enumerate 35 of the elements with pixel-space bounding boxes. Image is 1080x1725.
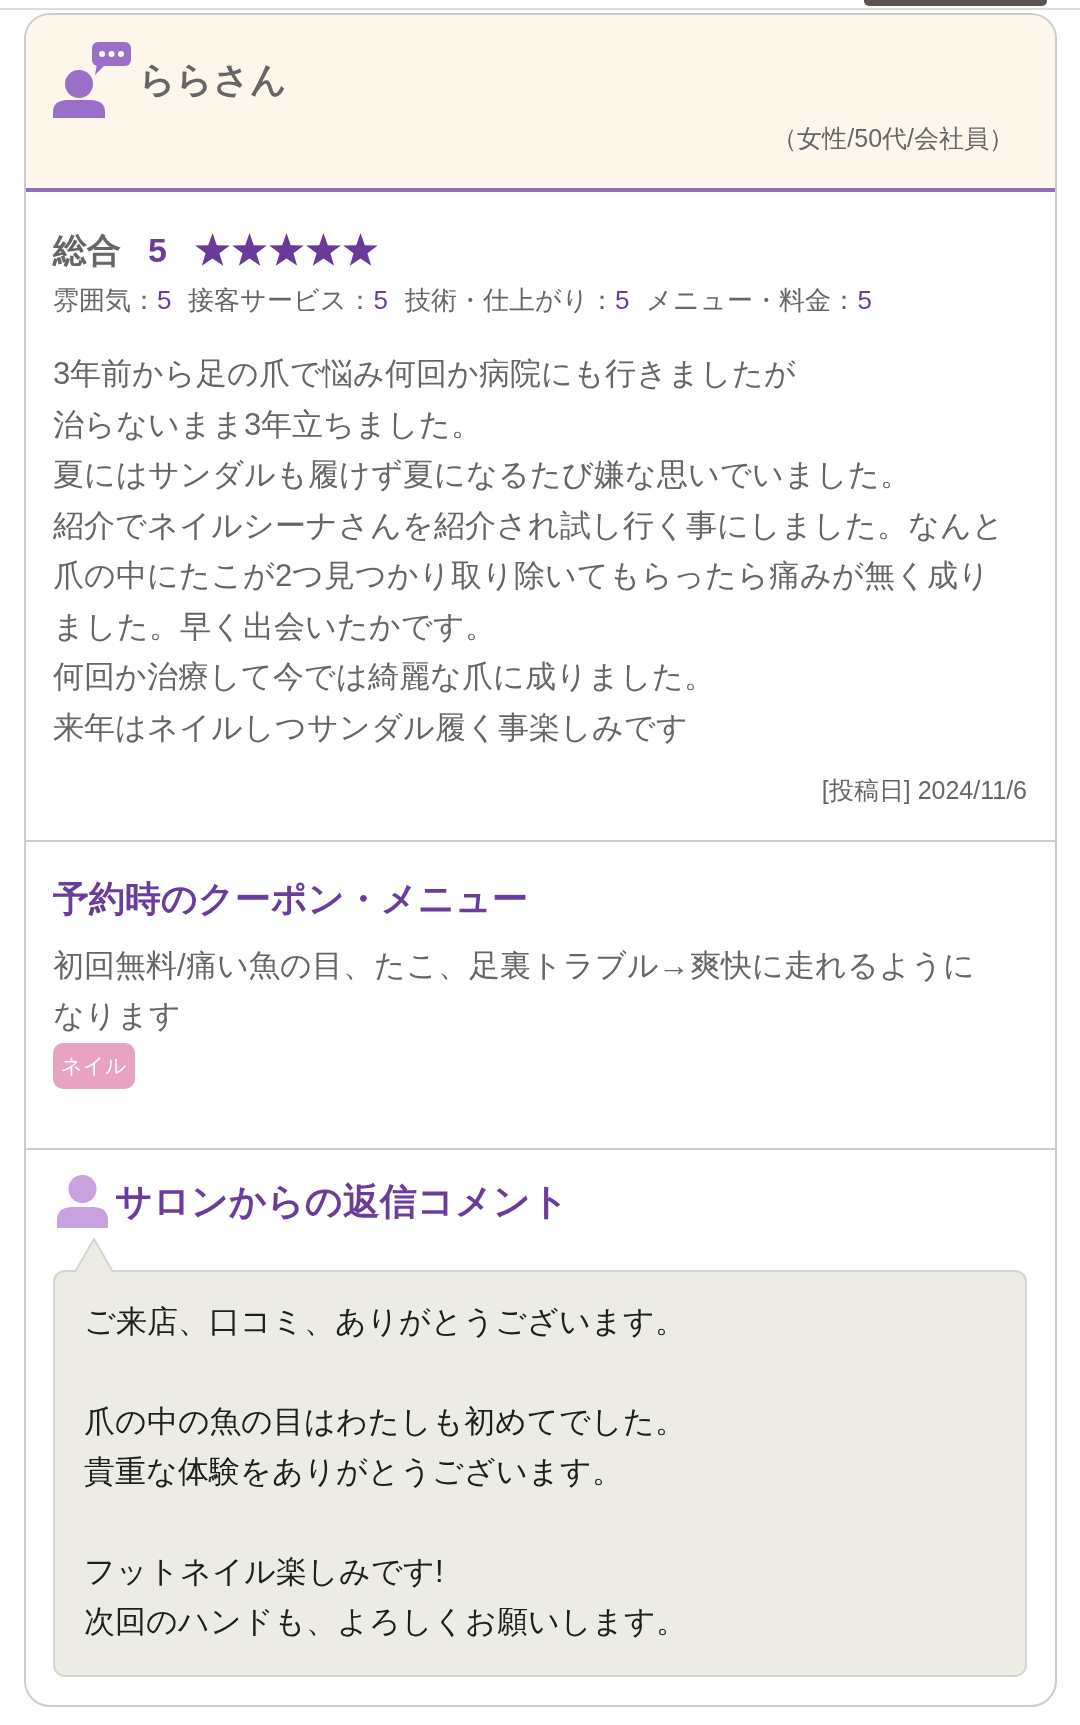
star-icon: [230, 232, 268, 268]
rating-label: 技術・仕上がり：: [404, 285, 615, 315]
review-text: 3年前から足の爪で悩み何回か病院にも行きましたが: [53, 355, 798, 393]
review-text: 来年はネイルしつサンダル履く事楽しみです: [53, 708, 689, 747]
reply-text: フットネイル楽しみです!: [84, 1553, 444, 1591]
overall-label: 総合: [53, 230, 121, 270]
reply-text: 爪の中の魚の目はわたしも初めてでした。: [84, 1403, 686, 1441]
rating-score: 5: [857, 285, 872, 315]
review-text: 紹介でネイルシーナさんを紹介され試し行く事にしました。なんと爪の中にたこが2つ見つかり取り除いてもらったら痛みが無く成りました。早く出会いたかです。: [53, 506, 1005, 646]
star-icon: [193, 232, 231, 268]
review-text: 治らないまま3年立ちました。: [53, 405, 484, 444]
person-icon: [57, 1175, 108, 1228]
rating-score: 5: [157, 285, 172, 315]
star-icon: [304, 232, 342, 268]
rating-score: 5: [614, 285, 630, 315]
star-icon: [341, 232, 379, 268]
rating-label: 接客サービス：: [188, 285, 374, 315]
reply-text: 貴重な体験をありがとうございます。: [84, 1453, 623, 1491]
overall-score: 5: [148, 230, 167, 270]
reply-text: 次回のハンドも、よろしくお願いします。: [84, 1603, 687, 1641]
rating-label: 雰囲気：: [53, 285, 157, 315]
review-text: 何回か治療して今では綺麗な爪に成りました。: [53, 658, 716, 696]
reply-title: サロンからの返信コメント: [115, 1179, 569, 1224]
review-text: 夏にはサンダルも履けず夏になるたび嫌な思いでいました。: [53, 456, 912, 494]
reviewer-name: ららさん: [139, 58, 287, 102]
reviewer-profile: （女性/50代/会社員）: [772, 123, 1014, 153]
reply-text: ご来店、口コミ、ありがとうございます。: [84, 1303, 686, 1341]
coupon-title: 予約時のクーポン・メニュー: [53, 877, 529, 921]
category-tag: ネイル: [53, 1043, 135, 1089]
star-icon: [267, 232, 305, 268]
person-speech-bubble-icon: [53, 42, 131, 118]
rating-score: 5: [373, 285, 388, 315]
rating-label: メニュー・料金：: [646, 285, 858, 315]
post-date: [投稿日] 2024/11/6: [821, 775, 1027, 805]
coupon-text: 初回無料/痛い魚の目、たこ、足裏トラブル→爽快に走れるようになります: [53, 947, 976, 1035]
